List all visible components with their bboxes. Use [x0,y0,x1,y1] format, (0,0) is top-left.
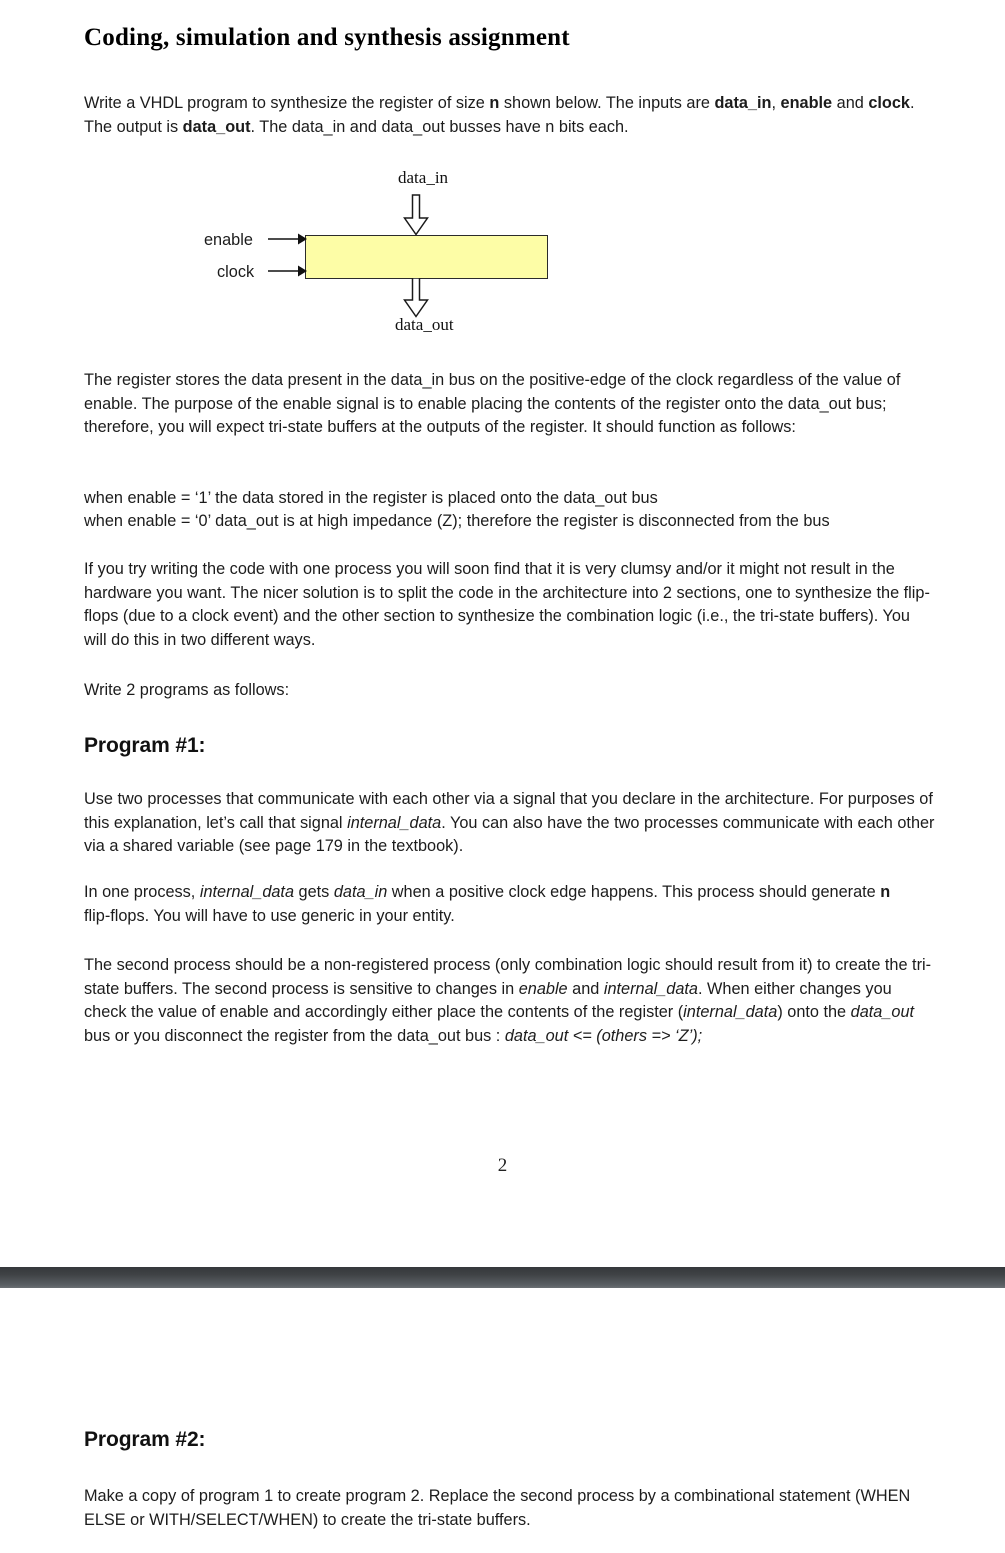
program-1-heading: Program #1: [84,734,206,757]
when-enable-zero-line: when enable = ‘0’ data_out is at high im… [84,512,830,530]
enable-arrow-icon [268,233,307,245]
program-1-paragraph-2: In one process, internal_data gets data_… [84,881,904,928]
p3-text-d: ) onto the [777,1003,851,1021]
intro-data-in: data_in [714,94,772,112]
diagram-label-clock: clock [217,263,255,281]
program-1-paragraph-1: Use two processes that communicate with … [84,788,936,859]
p2-text-a: In one process, [84,883,200,901]
p3-data-out: data_out [850,1003,915,1021]
write-two-programs-line: Write 2 programs as follows: [84,681,290,699]
p2-data-in: data_in [333,883,388,901]
intro-paragraph: Write a VHDL program to synthesize the r… [84,92,946,139]
register-behavior-paragraph: The register stores the data present in … [84,371,901,436]
intro-text-f: . The data_in and data_out busses have n… [250,117,629,136]
diagram-label-enable: enable [204,231,253,249]
p2-text-c: when a positive clock edge happens. This… [387,883,881,901]
page-title: Coding, simulation and synthesis assignm… [84,24,570,51]
intro-text-b: shown below. The inputs are [499,94,715,112]
diagram-label-data-in: data_in [398,168,449,187]
intro-enable: enable [780,94,833,112]
program-1-paragraph-3: The second process should be a non-regis… [84,954,936,1048]
intro-clock: clock [868,94,910,112]
program-2-paragraph: Make a copy of program 1 to create progr… [84,1487,911,1529]
document-page-1: Coding, simulation and synthesis assignm… [0,0,1005,1267]
data-in-block-arrow-icon [403,194,429,236]
p2-text-b: gets [294,883,334,901]
p3-enable: enable [518,979,568,998]
diagram-label-data-out: data_out [395,315,454,334]
p3-code-snippet: data_out <= (others => ‘Z’); [504,1026,703,1045]
intro-text-a: Write a VHDL program to synthesize the r… [84,94,490,112]
intro-text-d: and [832,94,869,112]
clock-arrow-icon [268,265,307,277]
p3-internal-data-2: internal_data [683,1003,778,1021]
p2-internal-data: internal_data [199,883,295,901]
p1-internal-data: internal_data [347,813,442,832]
when-enable-one-line: when enable = ‘1’ the data stored in the… [84,489,658,507]
p2-text-d: flip-flops. You will have to use generic… [84,906,455,925]
program-2-heading: Program #2: [84,1428,206,1451]
intro-n: n [489,94,500,112]
register-block-diagram: data_in enable clock data_out [84,168,644,344]
intro-data-out: data_out [182,117,251,136]
page-separator-band [0,1267,1005,1288]
p3-text-e: bus or you disconnect the register from … [84,1026,505,1045]
p3-internal-data: internal_data [603,979,698,998]
data-out-block-arrow-icon [403,278,429,318]
p3-text-b: and [567,979,604,998]
intro-text-c: , [771,94,781,112]
register-box [305,235,548,279]
p2-n: n [880,883,891,901]
two-sections-paragraph: If you try writing the code with one pro… [84,560,930,649]
page-number: 2 [497,1155,508,1176]
document-page-2: Program #2: Make a copy of program 1 to … [0,1288,1005,1553]
